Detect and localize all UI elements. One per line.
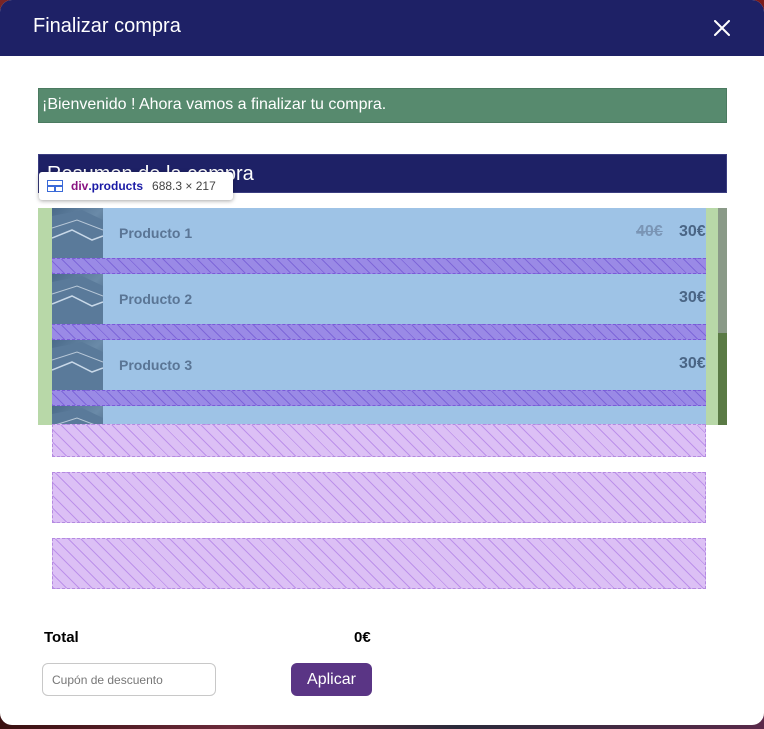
product-price: 30€ bbox=[679, 355, 706, 372]
product-price: 30€ bbox=[679, 223, 706, 240]
modal-header: Finalizar compra bbox=[0, 0, 764, 56]
total-label: Total bbox=[44, 629, 79, 646]
product-name: Producto 1 bbox=[119, 225, 193, 241]
welcome-banner: ¡Bienvenido ! Ahora vamos a finalizar tu… bbox=[38, 88, 727, 123]
product-item[interactable]: Producto 2 30€ bbox=[52, 274, 706, 324]
product-item[interactable] bbox=[52, 406, 706, 425]
product-name: Producto 3 bbox=[119, 357, 193, 373]
inspector-dimensions: 688.3 × 217 bbox=[152, 179, 216, 193]
product-margin bbox=[52, 324, 706, 340]
grid-layout-icon bbox=[47, 180, 63, 192]
product-item[interactable]: Producto 3 30€ bbox=[52, 340, 706, 390]
product-name: Producto 2 bbox=[119, 291, 193, 307]
product-image bbox=[52, 208, 103, 258]
total-value: 0€ bbox=[354, 629, 371, 646]
apply-coupon-button[interactable]: Aplicar bbox=[291, 663, 372, 696]
inspector-tag: div bbox=[71, 179, 89, 193]
inspector-class: .products bbox=[88, 179, 144, 193]
close-button[interactable] bbox=[706, 12, 738, 44]
overflow-highlight bbox=[52, 424, 706, 457]
product-margin bbox=[52, 390, 706, 406]
products-list: Producto 1 40€ 30€ Producto 2 30€ Produc… bbox=[52, 208, 706, 425]
scrollbar-thumb[interactable] bbox=[718, 208, 727, 333]
close-icon bbox=[714, 20, 730, 36]
devtools-inspector-tooltip: div .products 688.3 × 217 bbox=[39, 172, 233, 200]
product-margin bbox=[52, 258, 706, 274]
modal-title: Finalizar compra bbox=[33, 15, 181, 37]
product-image bbox=[52, 406, 103, 425]
product-price: 30€ bbox=[679, 289, 706, 306]
product-image bbox=[52, 274, 103, 324]
overflow-highlight bbox=[52, 538, 706, 589]
product-item[interactable]: Producto 1 40€ 30€ bbox=[52, 208, 706, 258]
coupon-input[interactable] bbox=[42, 663, 216, 696]
product-image bbox=[52, 340, 103, 390]
products-scrollbar[interactable] bbox=[718, 208, 727, 425]
overflow-highlight bbox=[52, 472, 706, 523]
product-old-price: 40€ bbox=[636, 223, 663, 240]
checkout-modal: Finalizar compra ¡Bienvenido ! Ahora vam… bbox=[0, 0, 764, 725]
